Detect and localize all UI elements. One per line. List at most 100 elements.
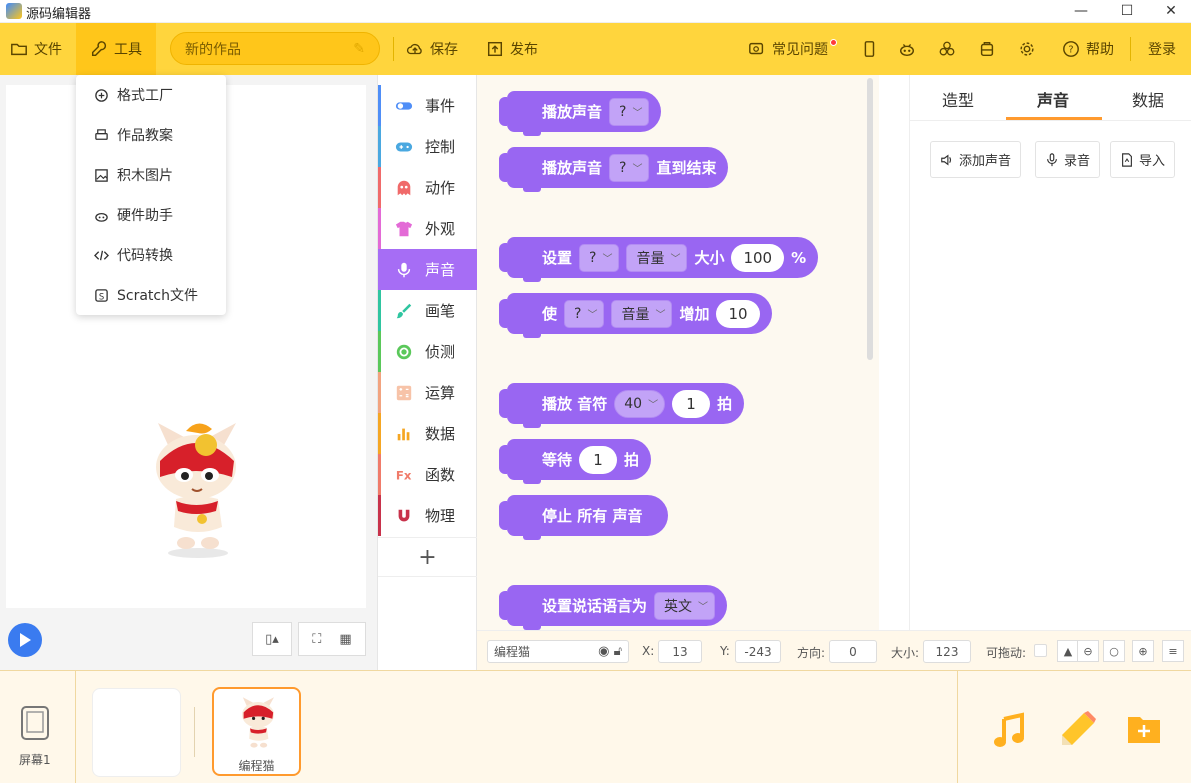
- menu-item-hardware-assistant[interactable]: 硬件助手: [76, 195, 226, 235]
- volume-value-input[interactable]: 100: [731, 243, 785, 272]
- music-library-icon[interactable]: [990, 711, 1030, 751]
- gamepad-icon: [395, 142, 413, 151]
- mobile-preview-button[interactable]: [860, 23, 878, 75]
- import-button[interactable]: 导入: [1110, 141, 1176, 178]
- menu-button[interactable]: ≡: [1162, 640, 1184, 662]
- sprite-strip: 屏幕1 编程猫: [0, 670, 1191, 783]
- sound-dropdown[interactable]: ? ﹀: [564, 299, 605, 328]
- block-play-note[interactable]: 播放 音符 40 ﹀ 1 拍: [498, 383, 745, 428]
- category-events[interactable]: 事件: [378, 85, 477, 126]
- draggable-label: 可拖动:: [986, 646, 1027, 660]
- draggable-checkbox[interactable]: [1034, 644, 1047, 657]
- file-menu-button[interactable]: 文件: [10, 23, 62, 75]
- record-button[interactable]: 录音: [1035, 141, 1101, 178]
- category-sound[interactable]: 声音: [378, 249, 477, 290]
- maximize-button[interactable]: ☐: [1104, 0, 1150, 22]
- property-dropdown[interactable]: 音量 ﹀: [626, 243, 688, 272]
- menu-item-block-image[interactable]: 积木图片: [76, 155, 226, 195]
- backpack-button[interactable]: [978, 23, 996, 75]
- menu-item-lesson-plan[interactable]: 作品教案: [76, 115, 226, 155]
- menu-item-format-factory[interactable]: 格式工厂: [76, 75, 226, 115]
- beats-input[interactable]: 1: [579, 445, 618, 474]
- chevron-down-icon: ﹀: [648, 400, 659, 411]
- category-data[interactable]: 数据: [378, 413, 477, 454]
- language-dropdown[interactable]: 英文 ﹀: [654, 591, 716, 620]
- beats-input[interactable]: 1: [672, 389, 711, 418]
- grid-icon[interactable]: ▦: [339, 632, 351, 647]
- login-button[interactable]: 登录: [1148, 23, 1176, 75]
- publish-button[interactable]: 发布: [486, 23, 538, 75]
- dropdown-value: 音量: [621, 306, 650, 323]
- zoom-in-button[interactable]: ⊕: [1132, 640, 1154, 662]
- tablet-icon: [21, 706, 49, 740]
- category-physics[interactable]: 物理: [378, 495, 477, 536]
- notification-dot: [830, 38, 837, 46]
- category-looks[interactable]: 外观: [378, 208, 477, 249]
- paint-editor-icon[interactable]: [1056, 709, 1098, 751]
- screen-selector[interactable]: 屏幕1: [0, 671, 76, 783]
- run-button[interactable]: [8, 623, 42, 657]
- block-change-volume[interactable]: 使 ? ﹀ 音量 ﹀ 增加 10: [499, 293, 772, 338]
- backpack-icon: [980, 42, 994, 57]
- sprite-card-coding-cat[interactable]: 编程猫: [212, 687, 301, 776]
- palette-scrollbar[interactable]: [867, 78, 873, 360]
- microphone-icon: [1047, 152, 1057, 166]
- bar-chart-icon: [397, 428, 410, 440]
- x-input[interactable]: 13: [658, 640, 702, 663]
- category-motion[interactable]: 动作: [378, 167, 477, 208]
- change-value-input[interactable]: 10: [716, 299, 760, 328]
- category-operators[interactable]: 运算: [378, 372, 477, 413]
- block-set-speech-language[interactable]: 设置说话语言为 英文 ﹀: [498, 585, 728, 630]
- block-play-sound[interactable]: 播放声音 ? ﹀: [498, 91, 662, 136]
- category-control[interactable]: 控制: [378, 126, 477, 167]
- zoom-reset-button[interactable]: ○: [1103, 640, 1125, 662]
- settings-button[interactable]: [1018, 23, 1036, 75]
- y-input[interactable]: -243: [735, 640, 781, 663]
- minimize-button[interactable]: —: [1058, 0, 1104, 22]
- note-dropdown[interactable]: 40 ﹀: [614, 389, 666, 418]
- sound-dropdown[interactable]: ? ﹀: [609, 97, 650, 126]
- add-category-button[interactable]: +: [378, 537, 477, 577]
- device-select-button[interactable]: ▯▴: [252, 622, 292, 656]
- block-text: 播放 音符: [542, 395, 608, 413]
- block-text: 大小: [694, 249, 725, 267]
- hardware-button[interactable]: [898, 23, 916, 75]
- toggle-icon: [395, 101, 413, 110]
- hamburger-icon: ≡: [1168, 644, 1178, 658]
- save-button[interactable]: 保存: [406, 23, 458, 75]
- direction-input[interactable]: 0: [829, 640, 877, 663]
- sprite-name-input[interactable]: 编程猫 ◉ 🔓︎: [487, 640, 629, 663]
- fullscreen-icon[interactable]: ⛶: [312, 632, 321, 647]
- block-rest-for-beats[interactable]: 等待 1 拍: [498, 439, 652, 484]
- collapse-up-button[interactable]: ▲: [1057, 640, 1079, 662]
- size-input[interactable]: 123: [923, 640, 971, 663]
- category-functions[interactable]: Fx 函数: [378, 454, 477, 495]
- tab-costumes[interactable]: 造型: [942, 87, 974, 111]
- background-card[interactable]: [92, 688, 181, 777]
- block-set-volume[interactable]: 设置 ? ﹀ 音量 ﹀ 大小 100 %: [498, 237, 819, 282]
- extensions-button[interactable]: [938, 23, 956, 75]
- sound-dropdown[interactable]: ? ﹀: [579, 243, 620, 272]
- tab-sounds[interactable]: 声音: [1037, 87, 1069, 111]
- sound-dropdown[interactable]: ? ﹀: [609, 153, 650, 182]
- menu-item-code-convert[interactable]: 代码转换: [76, 235, 226, 275]
- block-text: 停止 所有 声音: [542, 507, 643, 525]
- tools-menu-button[interactable]: 工具: [76, 23, 156, 75]
- project-name-input[interactable]: 新的作品 ✎: [170, 32, 380, 65]
- menu-item-scratch-file[interactable]: S Scratch文件: [76, 275, 226, 315]
- help-button[interactable]: ? 帮助: [1062, 23, 1114, 75]
- coding-cat-sprite-image[interactable]: [146, 415, 246, 560]
- close-button[interactable]: ✕: [1148, 0, 1191, 22]
- block-play-sound-until-done[interactable]: 播放声音 ? ﹀ 直到结束: [498, 147, 729, 192]
- tab-data[interactable]: 数据: [1132, 87, 1164, 111]
- block-text: 播放声音: [542, 159, 603, 177]
- category-pen[interactable]: 画笔: [378, 290, 477, 331]
- add-folder-icon[interactable]: [1126, 713, 1162, 745]
- category-sensing[interactable]: 侦测: [378, 331, 477, 372]
- menu-item-label: 代码转换: [117, 248, 173, 264]
- add-sound-button[interactable]: 添加声音: [930, 141, 1022, 178]
- faq-button[interactable]: 常见问题: [748, 23, 837, 75]
- property-dropdown[interactable]: 音量 ﹀: [611, 299, 673, 328]
- zoom-out-button[interactable]: ⊖: [1077, 640, 1099, 662]
- block-stop-all-sounds[interactable]: 停止 所有 声音: [498, 495, 669, 540]
